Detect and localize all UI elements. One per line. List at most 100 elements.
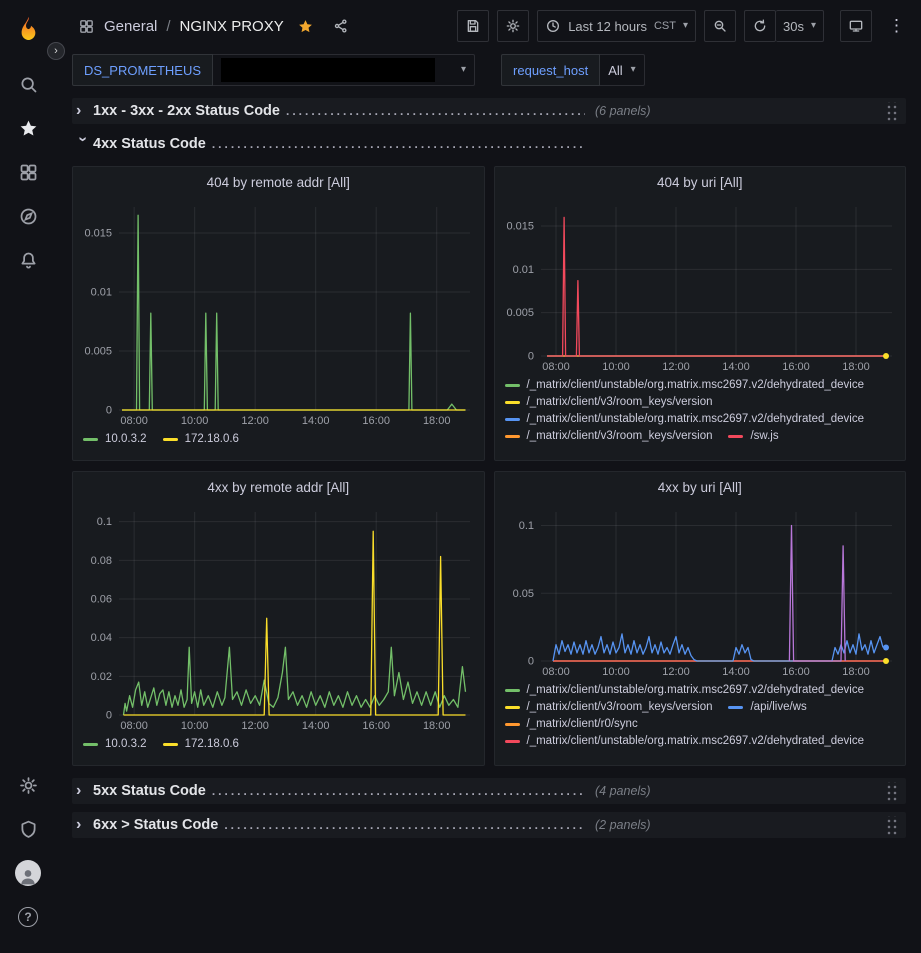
row-drag-handle-icon[interactable] — [885, 816, 898, 835]
legend-marker — [83, 438, 98, 441]
chevron-right-icon: › — [76, 103, 93, 119]
legend-marker — [505, 401, 520, 404]
legend-label: 10.0.3.2 — [105, 738, 147, 750]
legend-item[interactable]: /_matrix/client/v3/room_keys/version — [505, 701, 713, 713]
legend-item[interactable]: /_matrix/client/r0/sync — [505, 718, 638, 730]
alerting-bell-icon[interactable] — [8, 238, 48, 282]
topbar-actions: Last 12 hours CST ▾ 30s ▾ — [457, 10, 909, 42]
panel-title[interactable]: 404 by uri [All] — [495, 167, 906, 197]
configuration-gear-icon[interactable] — [8, 763, 48, 807]
svg-text:08:00: 08:00 — [542, 361, 570, 373]
main-area: General / NGINX PROXY L — [56, 0, 921, 953]
search-icon[interactable] — [8, 62, 48, 106]
svg-text:0.005: 0.005 — [506, 307, 534, 319]
share-icon[interactable] — [333, 18, 349, 34]
request-host-variable-label[interactable]: request_host — [501, 54, 600, 86]
panel-4xx-by-remote-addr: 4xx by remote addr [All] 00.020.040.060.… — [72, 471, 485, 766]
legend-item[interactable]: 10.0.3.2 — [83, 433, 147, 445]
panel-title[interactable]: 404 by remote addr [All] — [73, 167, 484, 197]
legend-label: /_matrix/client/v3/room_keys/version — [527, 701, 713, 713]
favorite-star-icon[interactable] — [297, 18, 314, 35]
timeseries-chart[interactable]: 00.0050.010.01508:0010:0012:0014:0016:00… — [495, 197, 906, 376]
panel-count: (2 panels) — [595, 818, 651, 832]
legend-item[interactable]: /sw.js — [728, 430, 778, 442]
legend-label: /api/live/ws — [750, 701, 806, 713]
legend-item[interactable]: 172.18.0.6 — [163, 433, 239, 445]
row-1xx-3xx-2xx[interactable]: › 1xx - 3xx - 2xx Status Code ..........… — [72, 98, 906, 124]
timeseries-chart[interactable]: 00.020.040.060.080.108:0010:0012:0014:00… — [73, 502, 484, 735]
row-drag-handle-icon[interactable] — [885, 782, 898, 801]
server-admin-shield-icon[interactable] — [8, 807, 48, 851]
legend-item[interactable]: /api/live/ws — [728, 701, 806, 713]
tv-mode-button[interactable] — [840, 10, 872, 42]
time-range-label: Last 12 hours — [568, 19, 647, 34]
row-title-area: 1xx - 3xx - 2xx Status Code ............… — [93, 103, 585, 119]
chevron-down-icon: › — [75, 137, 91, 154]
dashboard-settings-button[interactable] — [497, 10, 529, 42]
row-4xx[interactable]: › 4xx Status Code ......................… — [72, 132, 906, 156]
request-host-variable-select[interactable]: All ▾ — [600, 54, 644, 86]
panel-count: (4 panels) — [595, 784, 651, 798]
chart-svg: 00.050.108:0010:0012:0014:0016:0018:00 — [495, 502, 906, 681]
breadcrumb-folder[interactable]: General — [104, 18, 157, 35]
legend-marker — [728, 706, 743, 709]
legend-marker — [83, 743, 98, 746]
legend-marker — [505, 706, 520, 709]
row-6xx[interactable]: › 6xx > Status Code ....................… — [72, 812, 906, 838]
svg-text:08:00: 08:00 — [542, 666, 570, 678]
dashboard-title[interactable]: NGINX PROXY — [180, 18, 284, 35]
user-avatar[interactable] — [8, 851, 48, 895]
legend-item[interactable]: 10.0.3.2 — [83, 738, 147, 750]
legend-label: 10.0.3.2 — [105, 433, 147, 445]
sidebar: ? — [0, 0, 56, 953]
row-title-area: 6xx > Status Code ......................… — [93, 817, 585, 833]
panel-404-by-remote-addr: 404 by remote addr [All] 00.0050.010.015… — [72, 166, 485, 461]
dashboard-content: › 1xx - 3xx - 2xx Status Code ..........… — [56, 92, 921, 953]
panel-title[interactable]: 4xx by remote addr [All] — [73, 472, 484, 502]
chart-legend: /_matrix/client/unstable/org.matrix.msc2… — [495, 681, 906, 761]
legend-item[interactable]: /_matrix/client/v3/room_keys/version — [505, 430, 713, 442]
refresh-interval-dropdown[interactable]: 30s ▾ — [776, 10, 824, 42]
variables-bar: DS_PROMETHEUS ▾ request_host All ▾ — [56, 52, 921, 92]
legend-label: 172.18.0.6 — [185, 738, 239, 750]
svg-text:16:00: 16:00 — [782, 361, 810, 373]
clock-icon — [545, 18, 561, 34]
chart-svg: 00.020.040.060.080.108:0010:0012:0014:00… — [73, 502, 484, 735]
svg-text:0.1: 0.1 — [518, 520, 533, 532]
refresh-button[interactable] — [744, 10, 776, 42]
time-range-picker[interactable]: Last 12 hours CST ▾ — [537, 10, 696, 42]
svg-text:10:00: 10:00 — [602, 361, 630, 373]
sidebar-expand-button[interactable]: › — [47, 42, 65, 60]
row-drag-handle-icon[interactable] — [885, 102, 898, 121]
dashboards-icon[interactable] — [8, 150, 48, 194]
grafana-logo[interactable] — [6, 8, 50, 48]
panel-grid: 404 by remote addr [All] 00.0050.010.015… — [72, 166, 906, 766]
legend-item[interactable]: /_matrix/client/unstable/org.matrix.msc2… — [505, 379, 865, 391]
refresh-interval-label: 30s — [783, 19, 804, 34]
datasource-variable-select[interactable]: ▾ — [213, 54, 475, 86]
row-title: 5xx Status Code — [93, 783, 206, 799]
datasource-variable-label[interactable]: DS_PROMETHEUS — [72, 54, 213, 86]
timeseries-chart[interactable]: 00.0050.010.01508:0010:0012:0014:0016:00… — [73, 197, 484, 430]
explore-compass-icon[interactable] — [8, 194, 48, 238]
legend-marker — [505, 689, 520, 692]
legend-item[interactable]: /_matrix/client/v3/room_keys/version — [505, 396, 713, 408]
kebab-menu-icon[interactable]: ⋮ — [884, 16, 909, 36]
legend-marker — [163, 743, 178, 746]
legend-item[interactable]: 172.18.0.6 — [163, 738, 239, 750]
panel-title[interactable]: 4xx by uri [All] — [495, 472, 906, 502]
row-5xx[interactable]: › 5xx Status Code ......................… — [72, 778, 906, 804]
chart-svg: 00.0050.010.01508:0010:0012:0014:0016:00… — [73, 197, 484, 430]
save-dashboard-button[interactable] — [457, 10, 489, 42]
timeseries-chart[interactable]: 00.050.108:0010:0012:0014:0016:0018:00 — [495, 502, 906, 681]
legend-item[interactable]: /_matrix/client/unstable/org.matrix.msc2… — [505, 684, 865, 696]
help-icon[interactable]: ? — [8, 895, 48, 939]
legend-item[interactable]: /_matrix/client/unstable/org.matrix.msc2… — [505, 735, 865, 747]
svg-text:0: 0 — [106, 710, 112, 722]
zoom-out-button[interactable] — [704, 10, 736, 42]
svg-text:14:00: 14:00 — [722, 666, 750, 678]
starred-dashboards-icon[interactable] — [8, 106, 48, 150]
svg-text:18:00: 18:00 — [842, 361, 870, 373]
legend-item[interactable]: /_matrix/client/unstable/org.matrix.msc2… — [505, 413, 865, 425]
svg-text:12:00: 12:00 — [662, 666, 690, 678]
